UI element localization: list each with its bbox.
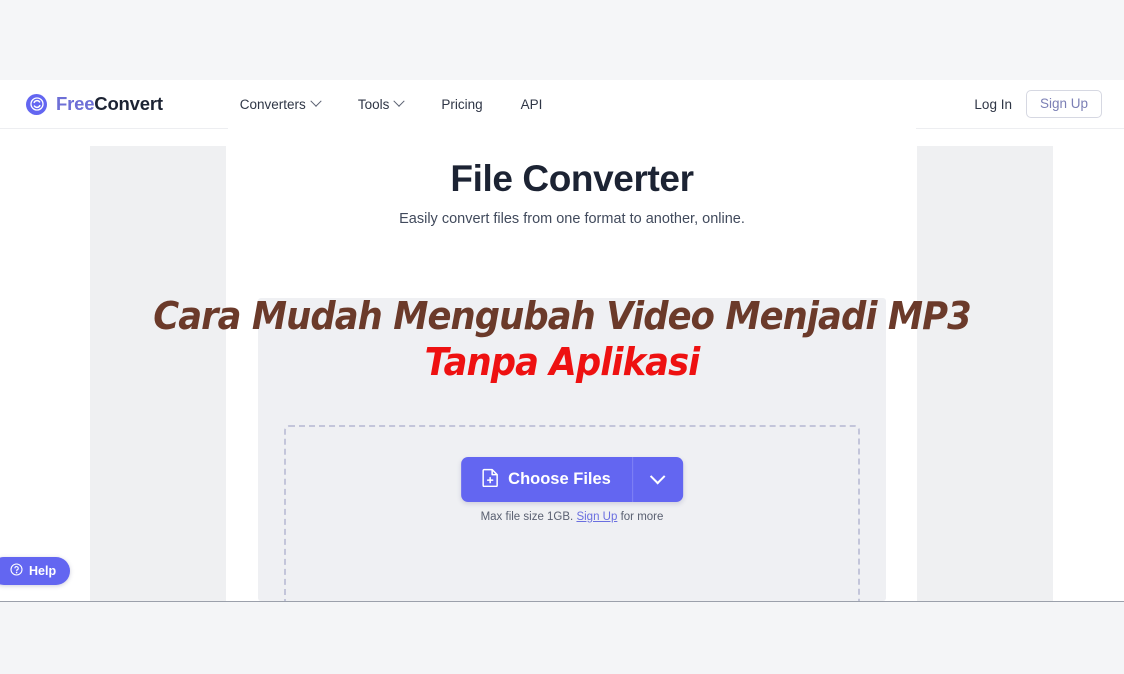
page-subtitle: Easily convert files from one format to … <box>399 211 745 227</box>
choose-files-label: Choose Files <box>508 470 611 488</box>
chevron-down-icon <box>310 95 322 107</box>
nav-label-tools: Tools <box>357 96 390 112</box>
question-circle-icon <box>10 563 23 579</box>
site-navbar: FreeConvert Converters Tools Pricing API… <box>0 80 1124 129</box>
max-file-size-suffix: for more <box>620 511 664 523</box>
login-link[interactable]: Log In <box>974 97 1012 112</box>
nav-item-pricing[interactable]: Pricing <box>422 91 501 118</box>
choose-files-control: Choose Files <box>461 457 683 502</box>
converter-card: Choose Files Max file size 1GB. Sign Up … <box>258 298 886 601</box>
navbar-account-actions: Log In Sign Up <box>974 90 1102 118</box>
nav-item-api[interactable]: API <box>502 91 562 118</box>
signup-button[interactable]: Sign Up <box>1025 90 1102 118</box>
primary-navigation: Converters Tools Pricing API <box>221 91 562 118</box>
main-content: File Converter Easily convert files from… <box>228 128 916 601</box>
refresh-circle-icon <box>26 93 47 115</box>
logo-text-convert: Convert <box>94 93 163 114</box>
choose-files-button[interactable]: Choose Files <box>461 457 632 502</box>
file-plus-icon <box>482 468 499 492</box>
choose-files-dropdown-button[interactable] <box>631 457 683 502</box>
ad-placeholder-left <box>90 146 226 601</box>
max-file-size-note: Max file size 1GB. Sign Up for more <box>286 511 858 523</box>
signup-for-more-link[interactable]: Sign Up <box>576 511 617 523</box>
page-bottom-strip <box>0 601 1124 674</box>
site-logo-text: FreeConvert <box>56 93 163 115</box>
chevron-down-icon <box>393 95 405 107</box>
page-title: File Converter <box>450 158 694 199</box>
browser-top-strip <box>0 0 1124 80</box>
chevron-down-icon <box>650 468 666 485</box>
nav-label-converters: Converters <box>239 96 306 112</box>
help-button[interactable]: Help <box>0 557 71 585</box>
help-button-label: Help <box>29 564 57 578</box>
page-viewport: FreeConvert Converters Tools Pricing API… <box>0 80 1124 601</box>
logo-text-free: Free <box>56 93 95 114</box>
nav-label-api: API <box>520 96 543 112</box>
nav-item-tools[interactable]: Tools <box>339 91 423 118</box>
site-logo[interactable]: FreeConvert <box>26 93 163 115</box>
max-file-size-text: Max file size 1GB. <box>480 511 574 523</box>
ad-placeholder-right <box>917 146 1053 601</box>
nav-item-converters[interactable]: Converters <box>221 91 339 118</box>
file-dropzone[interactable]: Choose Files Max file size 1GB. Sign Up … <box>284 425 860 601</box>
nav-label-pricing: Pricing <box>441 96 483 112</box>
